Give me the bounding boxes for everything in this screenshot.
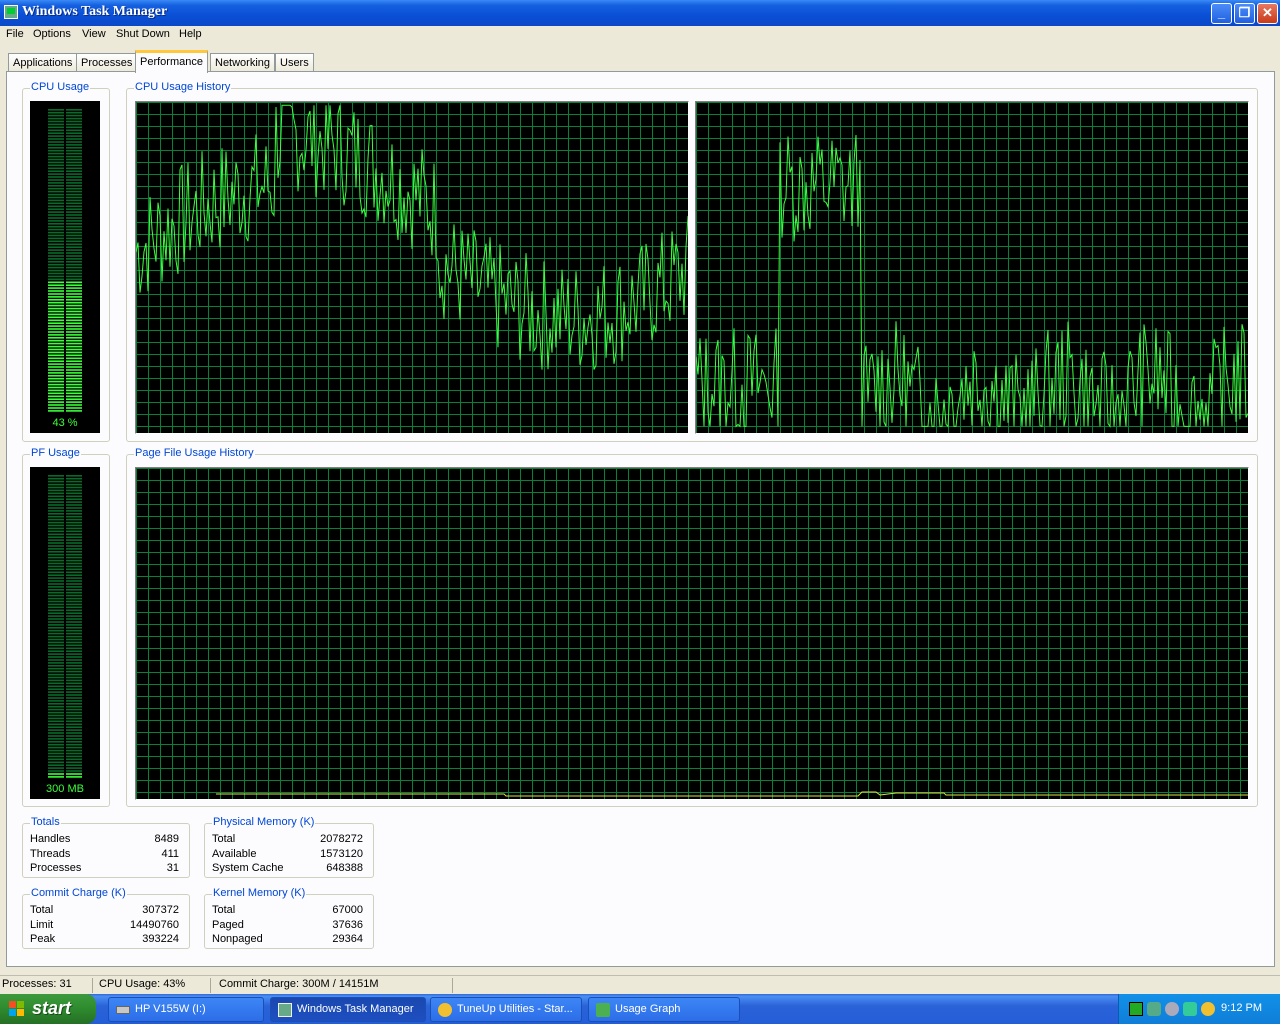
tab-users[interactable]: Users <box>275 53 314 72</box>
physical-memory-group: Physical Memory (K) Total 2078272 Availab… <box>204 816 374 878</box>
taskbar: start HP V155W (I:) Windows Task Manager… <box>0 994 1280 1024</box>
commit-charge-row-peak: Peak 393224 <box>30 933 179 945</box>
pf-usage-label: PF Usage <box>30 447 81 459</box>
taskbar-item-label: TuneUp Utilities - Star... <box>457 1003 573 1015</box>
tab-performance[interactable]: Performance <box>135 50 208 73</box>
security-tray-icon[interactable] <box>1183 1002 1197 1016</box>
taskbar-item-label: HP V155W (I:) <box>135 1003 206 1015</box>
clock: 9:12 PM <box>1221 1002 1262 1014</box>
pf-history-graph <box>135 467 1249 800</box>
title-bar[interactable]: Windows Task Manager _ ❐ ✕ <box>0 0 1280 26</box>
menu-shut-down[interactable]: Shut Down <box>116 28 170 40</box>
cpu-usage-meter: 43 % <box>30 101 100 433</box>
restore-button[interactable]: ❐ <box>1234 3 1255 24</box>
menu-file[interactable]: File <box>6 28 24 40</box>
status-commit-charge: Commit Charge: 300M / 14151M <box>217 978 453 993</box>
menu-view[interactable]: View <box>82 28 106 40</box>
totals-row-threads: Threads 411 <box>30 848 179 860</box>
system-tray: 9:12 PM <box>1118 994 1280 1024</box>
physical-memory-row-system-cache: System Cache 648388 <box>212 862 363 874</box>
drive-icon <box>116 1006 130 1014</box>
kernel-memory-group: Kernel Memory (K) Total 67000 Paged 37636 … <box>204 887 374 949</box>
start-label: start <box>32 998 72 1018</box>
volume-tray-icon[interactable] <box>1165 1002 1179 1016</box>
pf-meter-bars <box>48 475 82 778</box>
cpu-history-label: CPU Usage History <box>134 81 232 93</box>
menu-bar: File Options View Shut Down Help <box>0 26 1280 45</box>
physical-memory-row-total: Total 2078272 <box>212 833 363 845</box>
cpu-meter-bars <box>48 109 82 412</box>
cpu-meter-tray-icon[interactable] <box>1129 1002 1143 1016</box>
cpu-history-line-core-1 <box>136 104 688 370</box>
kernel-memory-row-paged: Paged 37636 <box>212 919 363 931</box>
kernel-memory-row-total: Total 67000 <box>212 904 363 916</box>
windows-logo-icon <box>9 1001 25 1017</box>
minimize-button[interactable]: _ <box>1211 3 1232 24</box>
taskbar-item-task-manager[interactable]: Windows Task Manager <box>270 997 426 1022</box>
window-title: Windows Task Manager <box>22 4 168 19</box>
cpu-history-line-core-2 <box>696 134 1248 428</box>
commit-charge-row-limit: Limit 14490760 <box>30 919 179 931</box>
status-bar: Processes: 31 CPU Usage: 43% Commit Char… <box>0 975 1280 994</box>
cpu-history-graph-core-2 <box>695 101 1249 434</box>
totals-label: Totals <box>30 816 61 828</box>
pf-history-label: Page File Usage History <box>134 447 255 459</box>
totals-group: Totals Handles 8489 Threads 411 Processes 3… <box>22 816 190 878</box>
cpu-history-graph-core-1 <box>135 101 689 434</box>
physical-memory-label: Physical Memory (K) <box>212 816 316 828</box>
taskbar-item-hp-drive[interactable]: HP V155W (I:) <box>108 997 264 1022</box>
pf-history-line <box>216 791 1248 797</box>
tab-networking[interactable]: Networking <box>210 53 276 72</box>
network-tray-icon[interactable] <box>1147 1002 1161 1016</box>
tab-applications[interactable]: Applications <box>8 53 78 72</box>
totals-row-handles: Handles 8489 <box>30 833 179 845</box>
task-manager-icon <box>4 5 18 19</box>
totals-row-processes: Processes 31 <box>30 862 179 874</box>
kernel-memory-row-nonpaged: Nonpaged 29364 <box>212 933 363 945</box>
status-processes: Processes: 31 <box>0 978 93 993</box>
commit-charge-row-total: Total 307372 <box>30 904 179 916</box>
taskbar-item-usage-graph[interactable]: Usage Graph <box>588 997 740 1022</box>
tuneup-icon <box>438 1003 452 1017</box>
cpu-usage-value: 43 % <box>52 417 78 429</box>
task-manager-icon <box>278 1003 292 1017</box>
close-button[interactable]: ✕ <box>1257 3 1278 24</box>
tuneup-tray-icon[interactable] <box>1201 1002 1215 1016</box>
start-button[interactable]: start <box>0 994 96 1024</box>
taskbar-item-tuneup[interactable]: TuneUp Utilities - Star... <box>430 997 582 1022</box>
kernel-memory-label: Kernel Memory (K) <box>212 887 307 899</box>
tab-processes[interactable]: Processes <box>76 53 138 72</box>
commit-charge-label: Commit Charge (K) <box>30 887 127 899</box>
taskbar-item-label: Windows Task Manager <box>297 1003 414 1015</box>
pf-usage-meter: 300 MB <box>30 467 100 799</box>
menu-options[interactable]: Options <box>33 28 71 40</box>
pf-usage-value: 300 MB <box>46 783 84 795</box>
menu-help[interactable]: Help <box>179 28 202 40</box>
status-cpu-usage: CPU Usage: 43% <box>97 978 211 993</box>
cpu-usage-label: CPU Usage <box>30 81 91 93</box>
physical-memory-row-available: Available 1573120 <box>212 848 363 860</box>
commit-charge-group: Commit Charge (K) Total 307372 Limit 14490… <box>22 887 190 949</box>
taskbar-item-label: Usage Graph <box>615 1003 681 1015</box>
usage-graph-icon <box>596 1003 610 1017</box>
